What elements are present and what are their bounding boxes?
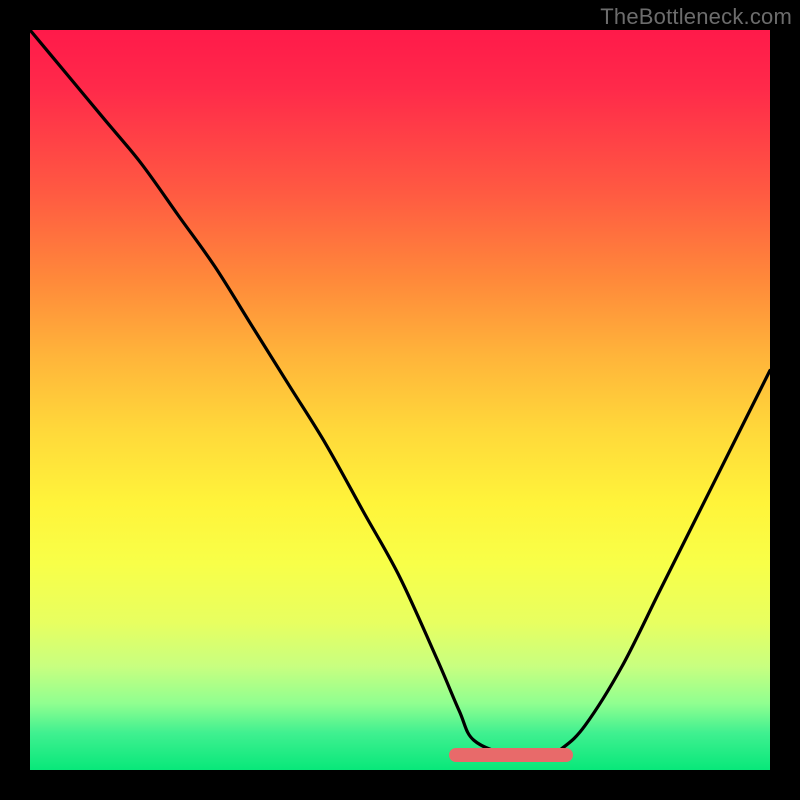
flat-segment-marker — [452, 748, 570, 762]
plot-area — [30, 30, 770, 770]
curve-path — [30, 30, 770, 757]
watermark-text: TheBottleneck.com — [600, 4, 792, 30]
flat-segment-start-bead — [449, 748, 463, 762]
bottleneck-curve — [30, 30, 770, 770]
chart-container: TheBottleneck.com — [0, 0, 800, 800]
flat-segment-end-bead — [559, 748, 573, 762]
